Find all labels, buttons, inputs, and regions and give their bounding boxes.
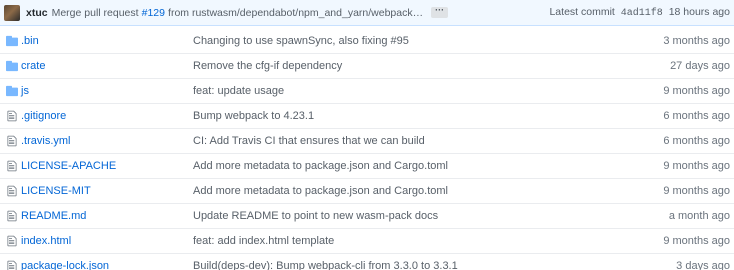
commit-message-link[interactable]: Add more metadata to package.json and Ca… [193,160,448,172]
file-name-link[interactable]: .gitignore [21,110,66,122]
commit-sha-link[interactable]: 4ad11f8 [621,8,663,19]
commit-age: 9 months ago [663,160,730,172]
commit-message-link[interactable]: Add more metadata to package.json and Ca… [193,185,448,197]
latest-commit-bar: xtuc Merge pull request #129 from rustwa… [0,0,734,26]
author-avatar[interactable] [4,4,20,21]
commit-age: 9 months ago [663,185,730,197]
commit-age: a month ago [668,210,730,222]
folder-icon [6,60,18,72]
file-name-link[interactable]: package-lock.json [21,260,109,270]
file-list: .bin Changing to use spawnSync, also fixi… [0,29,734,270]
file-name-link[interactable]: README.md [21,210,86,222]
file-icon [6,185,18,197]
file-name-link[interactable]: .bin [21,35,39,47]
file-icon [6,260,18,270]
commit-message-link[interactable]: Update README to point to new wasm-pack … [193,210,438,222]
folder-icon [6,35,18,47]
commit-age: 6 months ago [663,110,730,122]
commit-age: 9 months ago [663,85,730,97]
latest-commit-info: Latest commit 4ad11f8 18 hours ago [549,6,730,19]
commit-author[interactable]: xtuc [26,7,48,19]
file-name-link[interactable]: js [21,85,29,97]
file-icon [6,110,18,122]
file-row: LICENSE-MIT Add more metadata to package.… [0,179,734,204]
commit-age: 9 months ago [663,235,730,247]
commit-message-link[interactable]: Build(deps-dev): Bump webpack-cli from 3… [193,260,458,270]
commit-message-link[interactable]: Bump webpack to 4.23.1 [193,110,314,122]
file-row: README.md Update README to point to new w… [0,204,734,229]
commit-age: 3 days ago [676,260,730,270]
file-icon [6,210,18,222]
file-row: crate Remove the cfg-if dependency 27 days… [0,54,734,79]
commit-age: 27 days ago [670,60,730,72]
file-name-link[interactable]: crate [21,60,45,72]
commit-message-prefix[interactable]: Merge pull request [52,7,139,19]
file-name-link[interactable]: index.html [21,235,71,247]
file-row: index.html feat: add index.html template 9… [0,229,734,254]
commit-age: 3 months ago [663,35,730,47]
file-icon [6,235,18,247]
file-row: js feat: update usage 9 months ago [0,79,734,104]
file-name-link[interactable]: .travis.yml [21,135,71,147]
commit-message-link[interactable]: Changing to use spawnSync, also fixing #… [193,35,409,47]
commit-message-link[interactable]: Remove the cfg-if dependency [193,60,342,72]
pull-request-link[interactable]: #129 [142,7,165,19]
commit-message-link[interactable]: feat: update usage [193,85,284,97]
file-icon [6,160,18,172]
file-row: LICENSE-APACHE Add more metadata to packa… [0,154,734,179]
commit-message-suffix[interactable]: from rustwasm/dependabot/npm_and_yarn/we… [168,7,423,19]
file-name-link[interactable]: LICENSE-APACHE [21,160,116,172]
commit-message-link[interactable]: CI: Add Travis CI that ensures that we c… [193,135,425,147]
commit-age: 18 hours ago [668,6,730,18]
file-row: .gitignore Bump webpack to 4.23.1 6 months… [0,104,734,129]
file-row: package-lock.json Build(deps-dev): Bump w… [0,254,734,270]
expand-commit-message-button[interactable]: ··· [431,6,449,18]
commit-message-link[interactable]: feat: add index.html template [193,235,334,247]
file-name-link[interactable]: LICENSE-MIT [21,185,91,197]
file-row: .travis.yml CI: Add Travis CI that ensure… [0,129,734,154]
file-icon [6,135,18,147]
latest-commit-label: Latest commit [549,6,615,18]
commit-age: 6 months ago [663,135,730,147]
file-row: .bin Changing to use spawnSync, also fixi… [0,29,734,54]
folder-icon [6,85,18,97]
